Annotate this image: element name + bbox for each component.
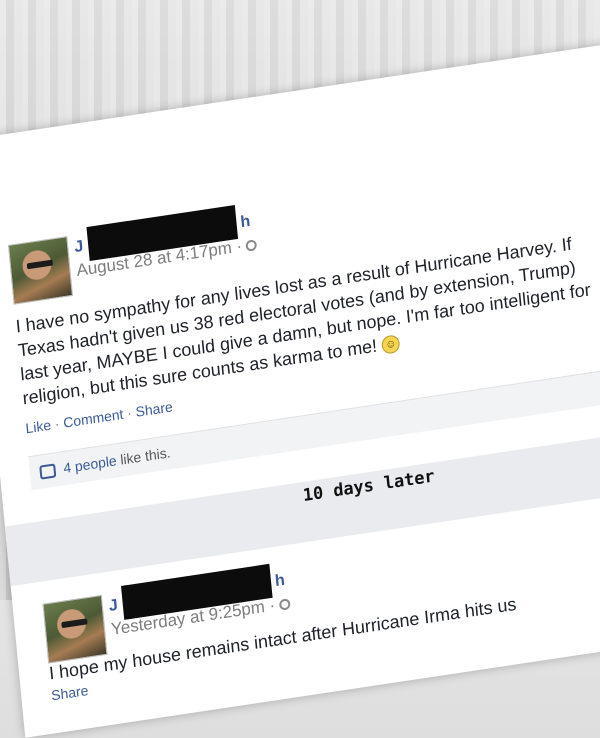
globe-icon[interactable]: [245, 239, 258, 252]
avatar[interactable]: [7, 236, 74, 305]
post-actions: Share: [51, 682, 89, 703]
thumbs-up-icon: [39, 463, 57, 481]
sunglasses: [61, 618, 88, 629]
share-link[interactable]: Share: [135, 398, 173, 419]
likes-count-link[interactable]: 4 people: [63, 452, 118, 476]
post-1: J h August 28 at 4:17pm · I have no symp…: [7, 141, 600, 491]
author-name-suffix[interactable]: h: [274, 572, 285, 591]
comment-link[interactable]: Comment: [63, 406, 125, 431]
feed-card: J h August 28 at 4:17pm · I have no symp…: [0, 27, 600, 738]
smiley-icon: ☺: [381, 334, 401, 355]
tilted-screenshot: J h August 28 at 4:17pm · I have no symp…: [0, 0, 600, 738]
author-name-initial[interactable]: J: [74, 238, 85, 257]
likes-suffix: like this.: [119, 444, 172, 468]
post-header: J h August 28 at 4:17pm ·: [73, 204, 258, 281]
author-name-suffix[interactable]: h: [240, 213, 251, 232]
dot-separator: ·: [126, 404, 133, 422]
share-link[interactable]: Share: [51, 682, 89, 703]
like-link[interactable]: Like: [25, 417, 52, 437]
sunglasses: [26, 259, 54, 270]
globe-icon[interactable]: [278, 598, 291, 611]
dot-separator: ·: [54, 415, 61, 432]
